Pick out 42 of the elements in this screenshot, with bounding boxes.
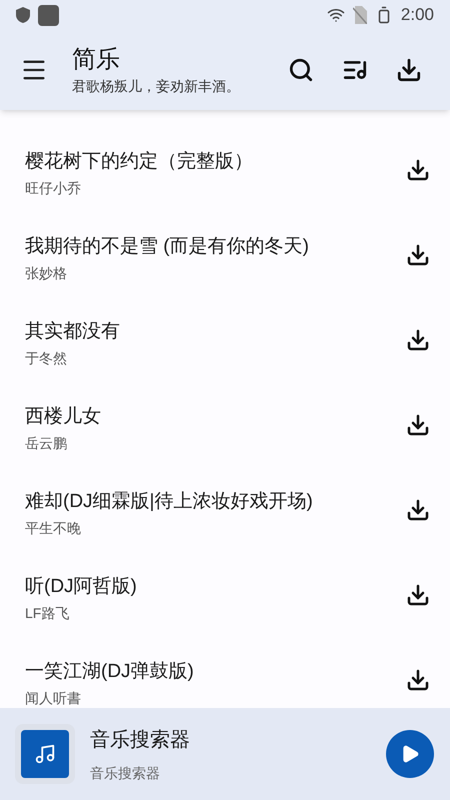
player-title: 音乐搜索器 — [90, 728, 191, 752]
song-artist: 平生不晚 — [25, 519, 82, 538]
song-item[interactable]: 西楼儿女 岳云鹏 — [0, 400, 450, 485]
song-item[interactable]: 樱花树下的约定（完整版） 旺仔小乔 — [0, 145, 450, 230]
download-button[interactable] — [406, 158, 430, 182]
search-button[interactable] — [288, 57, 314, 83]
song-artist: 旺仔小乔 — [25, 179, 82, 198]
song-item[interactable]: 听(DJ阿哲版) LF路飞 — [0, 570, 450, 655]
app-title: 简乐 — [72, 44, 121, 74]
song-item[interactable]: 一笑江湖(DJ弹鼓版) 闻人听書 — [0, 655, 450, 708]
song-artist: 于冬然 — [25, 349, 68, 368]
download-button[interactable] — [406, 583, 430, 607]
song-artist: 张妙格 — [25, 264, 68, 283]
song-title: 西楼儿女 — [25, 405, 102, 429]
download-button[interactable] — [406, 243, 430, 267]
song-item[interactable]: 其实都没有 于冬然 — [0, 315, 450, 400]
song-title: 樱花树下的约定（完整版） — [25, 150, 254, 174]
song-title: 听(DJ阿哲版) — [25, 575, 138, 599]
music-note-icon — [34, 743, 56, 765]
clock: 2:00 — [400, 4, 434, 26]
song-artist: 岳云鹏 — [25, 434, 68, 453]
app-icon — [38, 4, 59, 26]
shield-icon — [16, 7, 30, 23]
download-button[interactable] — [406, 498, 430, 522]
song-artist: LF路飞 — [25, 604, 70, 623]
download-button[interactable] — [406, 413, 430, 437]
song-artist: 闻人听書 — [25, 689, 82, 708]
player-bar[interactable]: 音乐搜索器 音乐搜索器 — [0, 708, 450, 800]
player-subtitle: 音乐搜索器 — [90, 764, 161, 782]
song-title: 一笑江湖(DJ弹鼓版) — [25, 660, 195, 684]
song-item[interactable]: 难却(DJ细霖版|待上浓妆好戏开场) 平生不晚 — [0, 485, 450, 570]
song-title: 其实都没有 — [25, 320, 121, 344]
download-button[interactable] — [396, 57, 422, 83]
download-button[interactable] — [406, 668, 430, 692]
song-item[interactable]: 我期待的不是雪 (而是有你的冬天) 张妙格 — [0, 230, 450, 315]
wifi-icon — [326, 6, 345, 24]
play-button[interactable] — [386, 730, 434, 778]
song-title: 我期待的不是雪 (而是有你的冬天) — [25, 235, 310, 259]
download-button[interactable] — [406, 328, 430, 352]
song-title: 难却(DJ细霖版|待上浓妆好戏开场) — [25, 490, 314, 514]
app-subtitle: 君歌杨叛儿，妾劝新丰酒。 — [72, 76, 241, 96]
no-sim-icon — [352, 6, 367, 24]
